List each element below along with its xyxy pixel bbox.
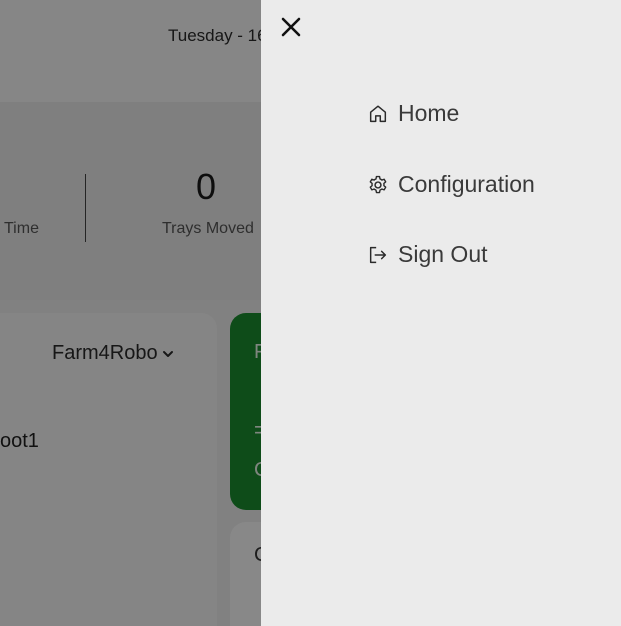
gear-icon — [366, 173, 390, 197]
close-button[interactable] — [276, 12, 306, 42]
menu-backdrop[interactable] — [0, 0, 261, 626]
sign-out-icon — [366, 243, 390, 267]
menu-item-home[interactable]: Home — [366, 100, 459, 127]
menu-item-configuration[interactable]: Configuration — [366, 171, 535, 198]
side-menu — [261, 0, 621, 626]
close-icon — [281, 17, 301, 37]
menu-item-home-label: Home — [398, 100, 460, 126]
menu-item-sign-out[interactable]: Sign Out — [366, 241, 488, 268]
menu-item-sign-out-label: Sign Out — [398, 241, 488, 267]
menu-item-configuration-label: Configuration — [398, 171, 535, 197]
home-icon — [366, 102, 390, 126]
